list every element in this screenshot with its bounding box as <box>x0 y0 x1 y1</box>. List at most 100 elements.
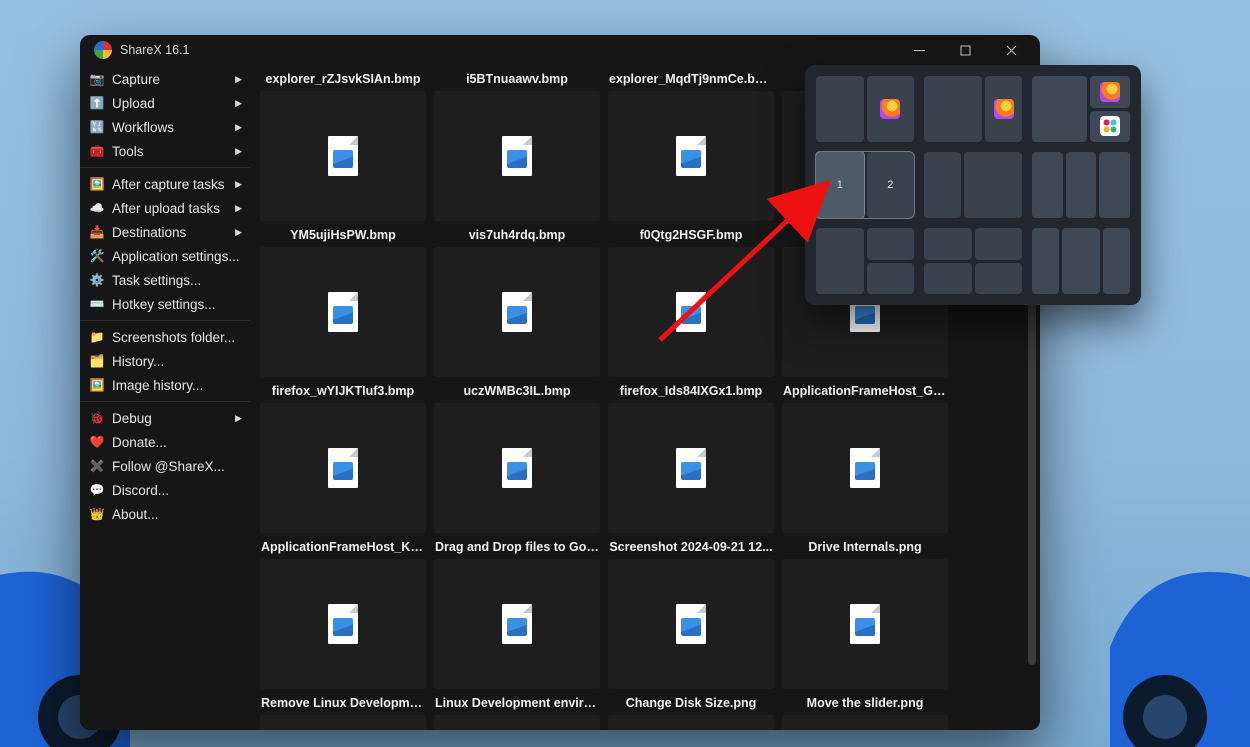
file-label: explorer_rZJsvkSIAn.bmp <box>266 69 421 89</box>
file-label: Move the slider.png <box>807 693 924 713</box>
file-item[interactable]: f0Qtg2HSGF.bmp <box>606 225 776 381</box>
submenu-arrow-icon: ▶ <box>235 74 242 85</box>
firefox-icon <box>994 99 1014 119</box>
file-item[interactable]: explorer_rZJsvkSIAn.bmp <box>258 69 428 225</box>
file-label: vis7uh4rdq.bmp <box>469 225 566 245</box>
file-thumbnail <box>782 715 948 730</box>
file-item[interactable]: i5BTnuaawv.bmp <box>432 69 602 225</box>
submenu-arrow-icon: ▶ <box>235 179 242 190</box>
menu-after-capture-icon: 🖼️ <box>88 177 106 191</box>
snap-layout-6[interactable] <box>1032 152 1130 218</box>
menu-history-label: History... <box>112 354 164 369</box>
menu-screenshots-folder[interactable]: 📁Screenshots folder... <box>80 325 250 349</box>
file-thumbnail <box>434 715 600 730</box>
file-thumbnail <box>608 247 774 377</box>
image-file-icon <box>502 448 532 488</box>
file-item[interactable]: Change Disk Size.png <box>606 693 776 730</box>
file-thumbnail <box>608 715 774 730</box>
file-label: uczWMBc3IL.bmp <box>464 381 571 401</box>
slack-icon <box>1100 116 1120 136</box>
snap-seg-selected: 1 <box>816 152 864 218</box>
file-item[interactable]: vis7uh4rdq.bmp <box>432 225 602 381</box>
snap-seg <box>867 263 915 295</box>
menu-after-capture[interactable]: 🖼️After capture tasks▶ <box>80 172 250 196</box>
image-file-icon <box>676 292 706 332</box>
snap-seg <box>867 76 915 142</box>
file-item[interactable]: Screenshot 2024-09-21 12... <box>606 537 776 693</box>
menu-hotkey-settings[interactable]: ⌨️Hotkey settings... <box>80 292 250 316</box>
snap-layout-7[interactable] <box>816 228 914 294</box>
file-thumbnail <box>608 91 774 221</box>
menu-tools[interactable]: 🧰Tools▶ <box>80 139 250 163</box>
menu-destinations-icon: 📥 <box>88 225 106 239</box>
menu-donate-label: Donate... <box>112 435 167 450</box>
file-item[interactable]: Remove Linux Developme... <box>258 693 428 730</box>
file-item[interactable]: Drive Internals.png <box>780 537 950 693</box>
file-item[interactable]: uczWMBc3IL.bmp <box>432 381 602 537</box>
menu-follow[interactable]: ✖️Follow @ShareX... <box>80 454 250 478</box>
menu-history[interactable]: 🗂️History... <box>80 349 250 373</box>
submenu-arrow-icon: ▶ <box>235 203 242 214</box>
menu-after-upload-icon: ☁️ <box>88 201 106 215</box>
titlebar[interactable]: ShareX 16.1 <box>80 35 1040 65</box>
menu-destinations-label: Destinations <box>112 225 186 240</box>
file-item[interactable]: ApplicationFrameHost_Gc... <box>780 381 950 537</box>
snap-seg <box>985 76 1022 142</box>
menu-task-settings-icon: ⚙️ <box>88 273 106 287</box>
menu-image-history-icon: 🖼️ <box>88 378 106 392</box>
menu-about-label: About... <box>112 507 159 522</box>
file-item[interactable]: ApplicationFrameHost_Kd... <box>258 537 428 693</box>
file-item[interactable]: firefox_wYIJKTIuf3.bmp <box>258 381 428 537</box>
file-thumbnail <box>260 715 426 730</box>
menu-destinations[interactable]: 📥Destinations▶ <box>80 220 250 244</box>
menu-discord-icon: 💬 <box>88 483 106 497</box>
file-thumbnail <box>434 403 600 533</box>
close-button[interactable] <box>988 35 1034 65</box>
snap-layout-9[interactable] <box>1032 228 1130 294</box>
image-file-icon <box>502 136 532 176</box>
file-label: Screenshot 2024-09-21 12... <box>609 537 772 557</box>
menu-image-history[interactable]: 🖼️Image history... <box>80 373 250 397</box>
maximize-button[interactable] <box>942 35 988 65</box>
file-item[interactable]: YM5ujiHsPW.bmp <box>258 225 428 381</box>
snap-seg <box>1090 111 1130 143</box>
menu-capture-label: Capture <box>112 72 160 87</box>
firefox-icon <box>880 99 900 119</box>
menu-follow-label: Follow @ShareX... <box>112 459 225 474</box>
snap-layout-4-selected[interactable]: 1 2 <box>816 152 914 218</box>
menu-debug[interactable]: 🐞Debug▶ <box>80 406 250 430</box>
snap-layout-2[interactable] <box>924 76 1022 142</box>
minimize-button[interactable] <box>896 35 942 65</box>
file-thumbnail <box>434 247 600 377</box>
menu-workflows[interactable]: 🔣Workflows▶ <box>80 115 250 139</box>
menu-after-upload[interactable]: ☁️After upload tasks▶ <box>80 196 250 220</box>
snap-seg <box>1032 76 1087 142</box>
file-item[interactable]: Drag and Drop files to Goo... <box>432 537 602 693</box>
snap-layout-3[interactable] <box>1032 76 1130 142</box>
menu-discord[interactable]: 💬Discord... <box>80 478 250 502</box>
window-title: ShareX 16.1 <box>120 43 190 57</box>
file-item[interactable]: Move the slider.png <box>780 693 950 730</box>
snap-seg <box>867 228 915 260</box>
menu-app-settings[interactable]: 🛠️Application settings... <box>80 244 250 268</box>
menu-upload-label: Upload <box>112 96 155 111</box>
file-thumbnail <box>260 247 426 377</box>
file-item[interactable]: explorer_MqdTj9nmCe.bmp <box>606 69 776 225</box>
snap-layout-5[interactable] <box>924 152 1022 218</box>
snap-seg <box>1099 152 1130 218</box>
menu-tools-label: Tools <box>112 144 144 159</box>
menu-upload[interactable]: ⬆️Upload▶ <box>80 91 250 115</box>
file-thumbnail <box>782 559 948 689</box>
menu-tools-icon: 🧰 <box>88 144 106 158</box>
menu-about[interactable]: 👑About... <box>80 502 250 526</box>
image-file-icon <box>502 292 532 332</box>
menu-capture[interactable]: 📷Capture▶ <box>80 67 250 91</box>
menu-donate[interactable]: ❤️Donate... <box>80 430 250 454</box>
snap-layout-8[interactable] <box>924 228 1022 294</box>
snap-seg <box>975 263 1023 295</box>
file-item[interactable]: firefox_Ids84IXGx1.bmp <box>606 381 776 537</box>
file-item[interactable]: Linux Development enviro... <box>432 693 602 730</box>
menu-task-settings[interactable]: ⚙️Task settings... <box>80 268 250 292</box>
menu-hotkey-settings-icon: ⌨️ <box>88 297 106 311</box>
snap-layout-1[interactable] <box>816 76 914 142</box>
